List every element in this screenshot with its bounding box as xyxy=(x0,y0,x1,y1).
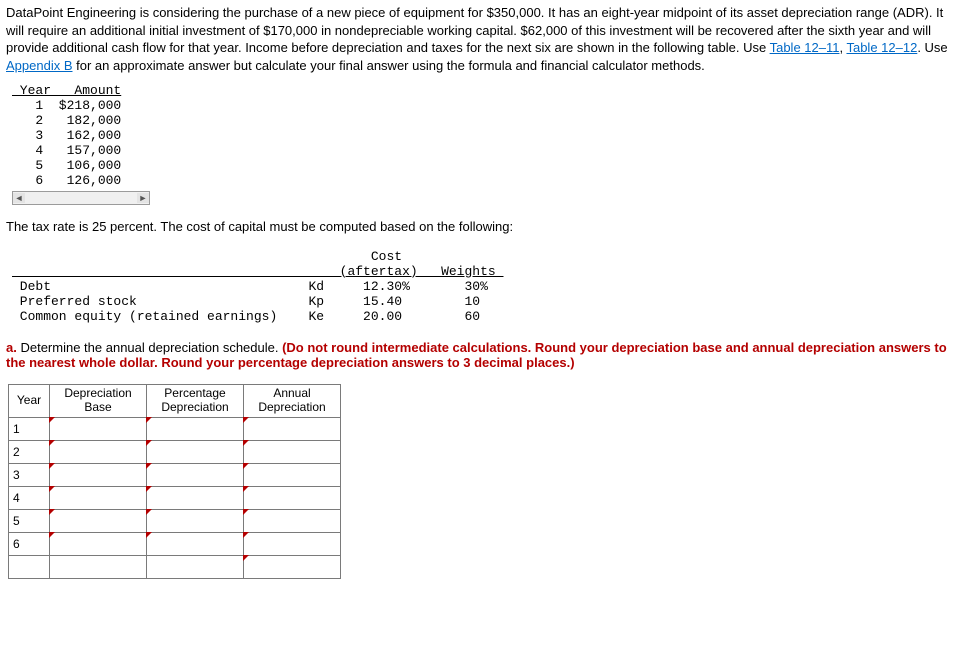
input-base[interactable] xyxy=(50,487,147,510)
required-marker-icon xyxy=(146,532,152,538)
problem-intro: DataPoint Engineering is considering the… xyxy=(6,4,961,74)
link-appendix-b[interactable]: Appendix B xyxy=(6,58,73,73)
grid-row: 6 xyxy=(9,533,341,556)
cost-line-4: Preferred stock Kp 15.40 10 xyxy=(12,295,961,310)
grid-row: 3 xyxy=(9,464,341,487)
input-pct[interactable] xyxy=(147,487,244,510)
input-base[interactable] xyxy=(50,510,147,533)
row-year: 4 xyxy=(9,487,50,510)
cost-line-3: Debt Kd 12.30% 30% xyxy=(12,280,961,295)
row-year xyxy=(9,556,50,579)
part-a-label: a. xyxy=(6,340,20,355)
required-marker-icon xyxy=(243,463,249,469)
row-year: 6 xyxy=(9,533,50,556)
link-table-12-11[interactable]: Table 12–11 xyxy=(770,40,840,55)
grid-row: 2 xyxy=(9,441,341,464)
input-ann[interactable] xyxy=(244,556,341,579)
required-marker-icon xyxy=(146,440,152,446)
income-table: Year Amount 1 $218,000 2 182,000 3 162,0… xyxy=(12,84,150,205)
input-pct[interactable] xyxy=(147,510,244,533)
row-year: 1 xyxy=(9,418,50,441)
input-pct[interactable] xyxy=(147,441,244,464)
income-row-6: 6 126,000 xyxy=(12,174,150,189)
scroll-right-icon[interactable]: ► xyxy=(137,193,149,203)
col-pct-header-text: Percentage Depreciation xyxy=(161,386,228,414)
col-pct-header: Percentage Depreciation xyxy=(147,385,244,418)
col-base-header: Depreciation Base xyxy=(50,385,147,418)
input-pct[interactable] xyxy=(147,464,244,487)
col-ann-header-text: Annual Depreciation xyxy=(258,386,325,414)
input-pct[interactable] xyxy=(147,556,244,579)
income-row-5: 5 106,000 xyxy=(12,159,150,174)
grid-row: 4 xyxy=(9,487,341,510)
cost-of-capital-table: Cost (aftertax) Weights Debt Kd 12.30% 3… xyxy=(12,250,961,325)
row-year: 5 xyxy=(9,510,50,533)
intro-text-2: . Use xyxy=(917,40,947,55)
required-marker-icon xyxy=(49,532,55,538)
required-marker-icon xyxy=(146,463,152,469)
required-marker-icon xyxy=(49,417,55,423)
required-marker-icon xyxy=(146,417,152,423)
required-marker-icon xyxy=(49,486,55,492)
required-marker-icon xyxy=(243,417,249,423)
income-header: Year Amount xyxy=(12,84,150,99)
input-ann[interactable] xyxy=(244,418,341,441)
income-row-1: 1 $218,000 xyxy=(12,99,150,114)
intro-text-3: for an approximate answer but calculate … xyxy=(73,58,705,73)
required-marker-icon xyxy=(243,509,249,515)
grid-header-row: Year Depreciation Base Percentage Deprec… xyxy=(9,385,341,418)
col-base-header-text: Depreciation Base xyxy=(64,386,131,414)
depreciation-input-grid: Year Depreciation Base Percentage Deprec… xyxy=(8,384,341,579)
cost-line-5: Common equity (retained earnings) Ke 20.… xyxy=(12,310,961,325)
col-ann-header: Annual Depreciation xyxy=(244,385,341,418)
part-a-instructions: a. Determine the annual depreciation sch… xyxy=(6,340,961,370)
input-ann[interactable] xyxy=(244,441,341,464)
cost-line-1: Cost xyxy=(12,250,961,265)
row-year: 2 xyxy=(9,441,50,464)
required-marker-icon xyxy=(146,509,152,515)
input-ann[interactable] xyxy=(244,487,341,510)
input-ann[interactable] xyxy=(244,510,341,533)
part-a-question: Determine the annual depreciation schedu… xyxy=(20,340,282,355)
income-scrollbar[interactable]: ◄ ► xyxy=(12,191,150,205)
col-year-header: Year xyxy=(9,385,50,418)
input-ann[interactable] xyxy=(244,533,341,556)
input-base[interactable] xyxy=(50,441,147,464)
input-pct[interactable] xyxy=(147,418,244,441)
cost-line-2: (aftertax) Weights xyxy=(12,265,961,280)
input-base[interactable] xyxy=(50,418,147,441)
input-base[interactable] xyxy=(50,556,147,579)
grid-row: 5 xyxy=(9,510,341,533)
grid-row-total xyxy=(9,556,341,579)
grid-row: 1 xyxy=(9,418,341,441)
required-marker-icon xyxy=(243,555,249,561)
required-marker-icon xyxy=(243,532,249,538)
scroll-left-icon[interactable]: ◄ xyxy=(13,193,25,203)
tax-rate-text: The tax rate is 25 percent. The cost of … xyxy=(6,219,961,234)
row-year: 3 xyxy=(9,464,50,487)
input-pct[interactable] xyxy=(147,533,244,556)
input-base[interactable] xyxy=(50,533,147,556)
required-marker-icon xyxy=(49,463,55,469)
required-marker-icon xyxy=(243,486,249,492)
income-row-4: 4 157,000 xyxy=(12,144,150,159)
required-marker-icon xyxy=(243,440,249,446)
input-base[interactable] xyxy=(50,464,147,487)
required-marker-icon xyxy=(49,440,55,446)
link-table-12-12[interactable]: Table 12–12 xyxy=(846,40,917,55)
required-marker-icon xyxy=(146,486,152,492)
required-marker-icon xyxy=(49,509,55,515)
input-ann[interactable] xyxy=(244,464,341,487)
income-row-2: 2 182,000 xyxy=(12,114,150,129)
income-row-3: 3 162,000 xyxy=(12,129,150,144)
